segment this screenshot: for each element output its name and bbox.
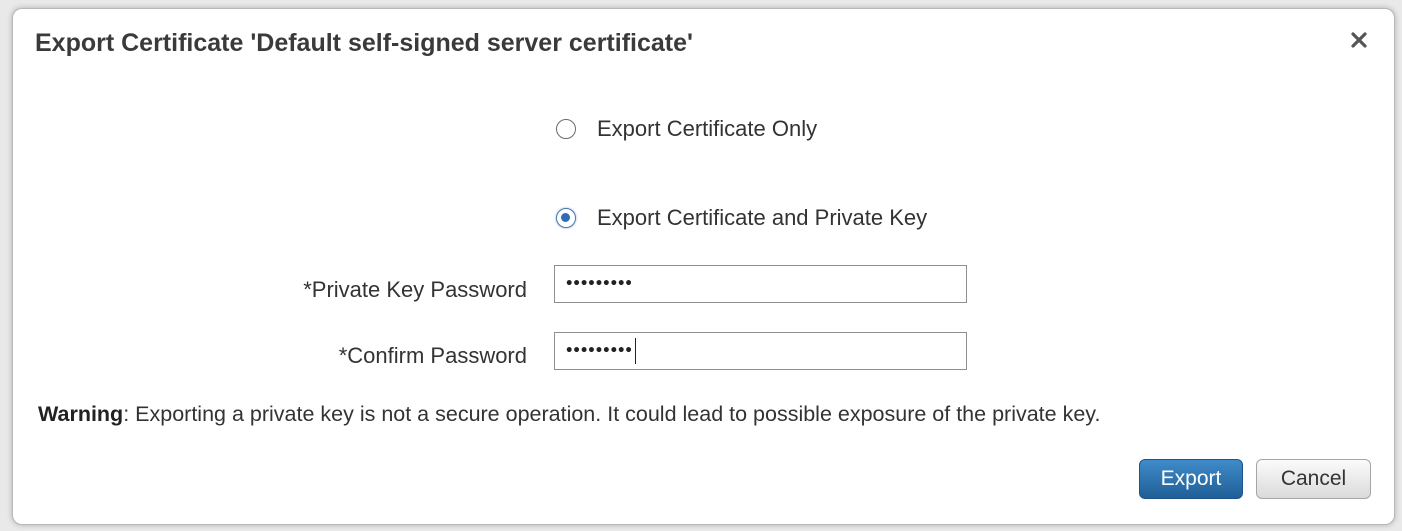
text-caret bbox=[634, 338, 636, 364]
radio-button-checked[interactable] bbox=[556, 208, 576, 228]
export-certificate-only-option[interactable]: Export Certificate Only bbox=[556, 116, 817, 142]
cancel-button[interactable]: Cancel bbox=[1256, 459, 1371, 499]
private-key-password-value: ••••••••• bbox=[565, 276, 633, 292]
export-certificate-dialog: Export Certificate 'Default self-signed … bbox=[12, 8, 1395, 525]
dialog-title: Export Certificate 'Default self-signed … bbox=[35, 29, 693, 57]
export-button[interactable]: Export bbox=[1139, 459, 1243, 499]
close-icon[interactable] bbox=[1346, 27, 1372, 53]
export-certificate-and-private-key-label: Export Certificate and Private Key bbox=[597, 205, 928, 230]
warning-text: : Exporting a private key is not a secur… bbox=[123, 402, 1101, 426]
export-certificate-and-private-key-option[interactable]: Export Certificate and Private Key bbox=[556, 205, 927, 231]
warning-prefix: Warning bbox=[38, 402, 124, 426]
private-key-password-input[interactable]: ••••••••• bbox=[554, 265, 967, 303]
private-key-password-label: *Private Key Password bbox=[303, 277, 527, 302]
confirm-password-value: ••••••••• bbox=[565, 343, 633, 359]
export-certificate-only-label: Export Certificate Only bbox=[597, 116, 818, 141]
confirm-password-label: *Confirm Password bbox=[338, 343, 527, 368]
warning-message: Warning: Exporting a private key is not … bbox=[38, 402, 1100, 427]
radio-button-unchecked[interactable] bbox=[556, 119, 576, 139]
confirm-password-input[interactable]: ••••••••• bbox=[554, 332, 967, 370]
